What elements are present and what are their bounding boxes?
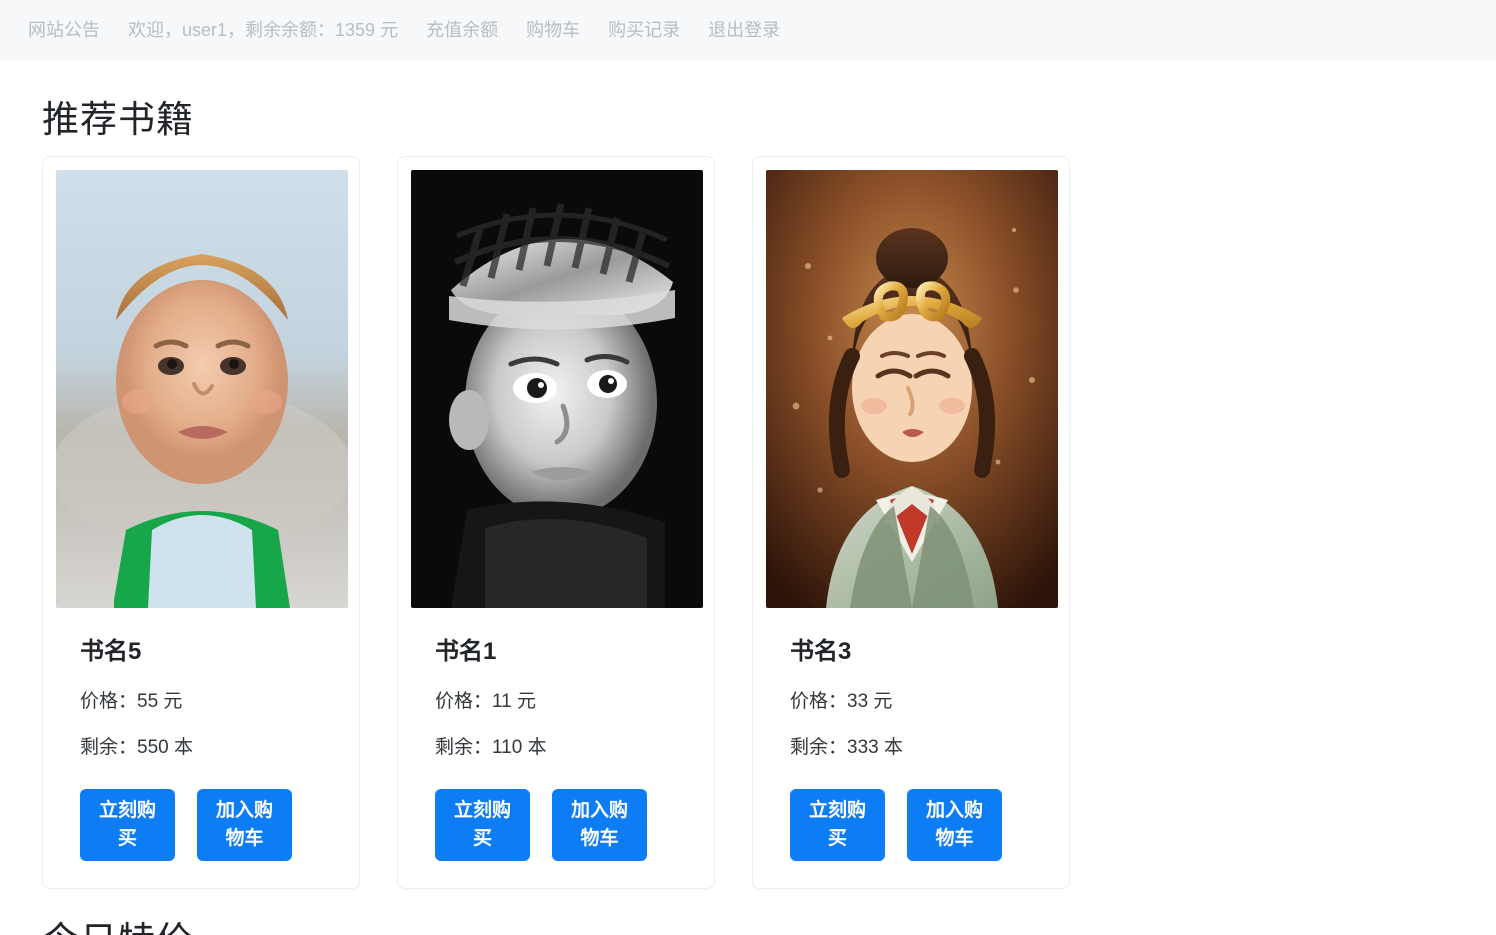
book-title: 书名5 bbox=[80, 638, 142, 666]
page-content: 推荐书籍 书名5 价格：55 元 剩余：550 本 立刻购买 加入购物车 书名1… bbox=[0, 98, 1496, 935]
add-to-cart-button[interactable]: 加入购物车 bbox=[552, 788, 647, 861]
book-stock: 剩余：110 本 bbox=[435, 737, 547, 759]
book-actions: 立刻购买 加入购物车 bbox=[435, 788, 677, 861]
book-cover-illustrated-woman-gold-crown bbox=[766, 170, 1058, 609]
recommended-books-row: 书名5 价格：55 元 剩余：550 本 立刻购买 加入购物车 书名1 价格：1… bbox=[42, 156, 1496, 889]
book-card-body: 书名3 价格：33 元 剩余：333 本 立刻购买 加入购物车 bbox=[766, 608, 1056, 875]
book-card-body: 书名5 价格：55 元 剩余：550 本 立刻购买 加入购物车 bbox=[56, 608, 346, 875]
nav-item-orders[interactable]: 购买记录 bbox=[594, 20, 694, 40]
book-card[interactable]: 书名5 价格：55 元 剩余：550 本 立刻购买 加入购物车 bbox=[42, 156, 360, 889]
nav-list: 网站公告 欢迎，user1，剩余余额：1359 元 充值余额 购物车 购买记录 … bbox=[14, 21, 794, 41]
book-price: 价格：55 元 bbox=[80, 690, 183, 712]
top-navbar: 网站公告 欢迎，user1，剩余余额：1359 元 充值余额 购物车 购买记录 … bbox=[0, 0, 1496, 62]
book-actions: 立刻购买 加入购物车 bbox=[80, 788, 322, 861]
buy-now-button[interactable]: 立刻购买 bbox=[790, 788, 885, 861]
book-cover-baby-green-shirt bbox=[56, 170, 348, 609]
book-title: 书名3 bbox=[790, 638, 852, 666]
nav-item-cart[interactable]: 购物车 bbox=[512, 20, 594, 40]
next-section-title: 今日特价 bbox=[42, 919, 1496, 935]
nav-welcome-balance: 欢迎，user1，剩余余额：1359 元 bbox=[128, 19, 399, 40]
book-stock: 剩余：333 本 bbox=[790, 737, 903, 759]
book-price: 价格：33 元 bbox=[790, 690, 893, 712]
book-stock: 剩余：550 本 bbox=[80, 737, 193, 759]
book-cover-child-bw-portrait bbox=[411, 170, 703, 609]
book-price: 价格：11 元 bbox=[435, 690, 537, 712]
nav-item-recharge[interactable]: 充值余额 bbox=[412, 20, 512, 40]
book-card[interactable]: 书名3 价格：33 元 剩余：333 本 立刻购买 加入购物车 bbox=[752, 156, 1070, 889]
book-title: 书名1 bbox=[435, 638, 497, 666]
book-actions: 立刻购买 加入购物车 bbox=[790, 788, 1032, 861]
nav-item-announcement[interactable]: 网站公告 bbox=[14, 20, 114, 40]
book-card-body: 书名1 价格：11 元 剩余：110 本 立刻购买 加入购物车 bbox=[411, 608, 701, 875]
add-to-cart-button[interactable]: 加入购物车 bbox=[907, 788, 1002, 861]
buy-now-button[interactable]: 立刻购买 bbox=[435, 788, 530, 861]
book-card[interactable]: 书名1 价格：11 元 剩余：110 本 立刻购买 加入购物车 bbox=[397, 156, 715, 889]
buy-now-button[interactable]: 立刻购买 bbox=[80, 788, 175, 861]
page-title: 推荐书籍 bbox=[42, 99, 194, 140]
nav-item-logout[interactable]: 退出登录 bbox=[694, 20, 794, 40]
add-to-cart-button[interactable]: 加入购物车 bbox=[197, 788, 292, 861]
